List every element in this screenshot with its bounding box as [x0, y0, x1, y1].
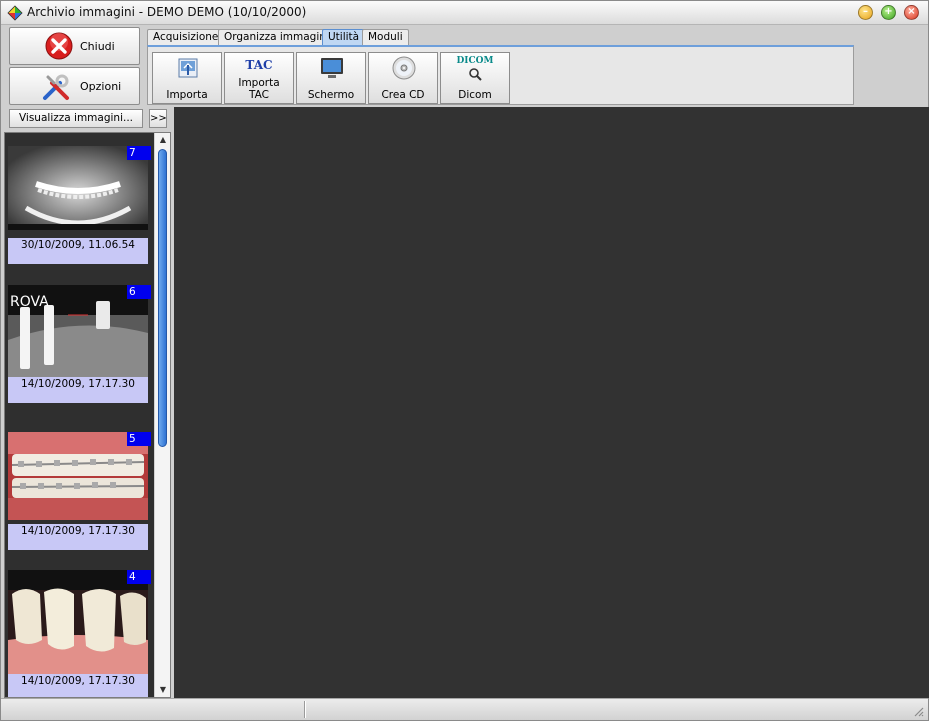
status-bar [1, 698, 928, 720]
tab-utilita[interactable]: Utilità [322, 29, 366, 45]
thumbnail-date: 14/10/2009, 17.17.30 [8, 524, 148, 550]
cd-icon [392, 56, 416, 80]
dicom-icon: DICOM [456, 56, 494, 66]
expand-panel-button[interactable]: >> [149, 109, 167, 128]
thumbnail-date: 14/10/2009, 17.17.30 [8, 377, 148, 403]
close-window-button[interactable]: × [904, 5, 919, 20]
tool-ribbon: Importa TAC Importa TAC Schermo Crea CD [147, 45, 854, 105]
minimize-button[interactable]: – [858, 5, 873, 20]
app-window: Archivio immagini - DEMO DEMO (10/10/200… [0, 0, 929, 721]
create-cd-label: Crea CD [381, 89, 425, 101]
close-button[interactable]: Chiudi [9, 27, 140, 65]
create-cd-button[interactable]: Crea CD [368, 52, 438, 104]
minimize-icon: – [863, 6, 868, 17]
scroll-thumb[interactable] [158, 149, 167, 447]
thumbnail-number: 6 [127, 285, 151, 299]
app-logo-icon [7, 5, 23, 21]
magnifier-icon [469, 68, 482, 81]
teeth-photo-image [8, 570, 148, 674]
tab-moduli[interactable]: Moduli [362, 29, 409, 45]
tac-icon: TAC [245, 58, 273, 72]
thumbnail-list[interactable]: 7 30/10/2009, 11.06.54 ROVA 6 14/10/2009… [4, 132, 171, 698]
window-title: Archivio immagini - DEMO DEMO (10/10/200… [27, 5, 307, 19]
thumbnail-number: 5 [127, 432, 151, 446]
dicom-button[interactable]: DICOM Dicom [440, 52, 510, 104]
thumbnail-date: 14/10/2009, 17.17.30 [8, 674, 148, 697]
close-window-icon: × [907, 6, 916, 17]
import-tac-button[interactable]: TAC Importa TAC [224, 52, 294, 104]
tab-acquisizione[interactable]: Acquisizione [147, 29, 225, 45]
monitor-icon [321, 58, 343, 78]
thumbnail-date: 30/10/2009, 11.06.54 [8, 238, 148, 264]
tools-icon [43, 74, 69, 100]
maximize-button[interactable]: + [881, 5, 896, 20]
options-button-label: Opzioni [80, 80, 122, 93]
scroll-up-icon[interactable]: ▲ [155, 133, 170, 147]
image-viewer-area[interactable] [174, 107, 929, 698]
close-button-label: Chiudi [80, 40, 115, 53]
resize-grip-icon[interactable] [912, 705, 924, 717]
dicom-label: Dicom [458, 89, 492, 101]
import-button[interactable]: Importa [152, 52, 222, 104]
title-bar[interactable]: Archivio immagini - DEMO DEMO (10/10/200… [1, 1, 928, 25]
thumbnail-number: 4 [127, 570, 151, 584]
thumbnail-scrollbar[interactable]: ▲ ▼ [154, 133, 170, 697]
image-overlay-text: ROVA [10, 294, 49, 310]
close-icon [45, 32, 73, 60]
maximize-icon: + [884, 6, 893, 17]
view-images-button[interactable]: Visualizza immagini... [9, 109, 143, 128]
thumbnail-number: 7 [127, 146, 151, 160]
screen-button[interactable]: Schermo [296, 52, 366, 104]
options-button[interactable]: Opzioni [9, 67, 140, 105]
import-icon [178, 58, 198, 78]
scroll-down-icon[interactable]: ▼ [155, 683, 170, 697]
screen-label: Schermo [307, 89, 355, 101]
import-tac-label: Importa TAC [238, 77, 280, 101]
tab-organizza-immagini[interactable]: Organizza immagini [218, 29, 335, 45]
status-separator [304, 701, 306, 718]
import-label: Importa [166, 89, 208, 101]
